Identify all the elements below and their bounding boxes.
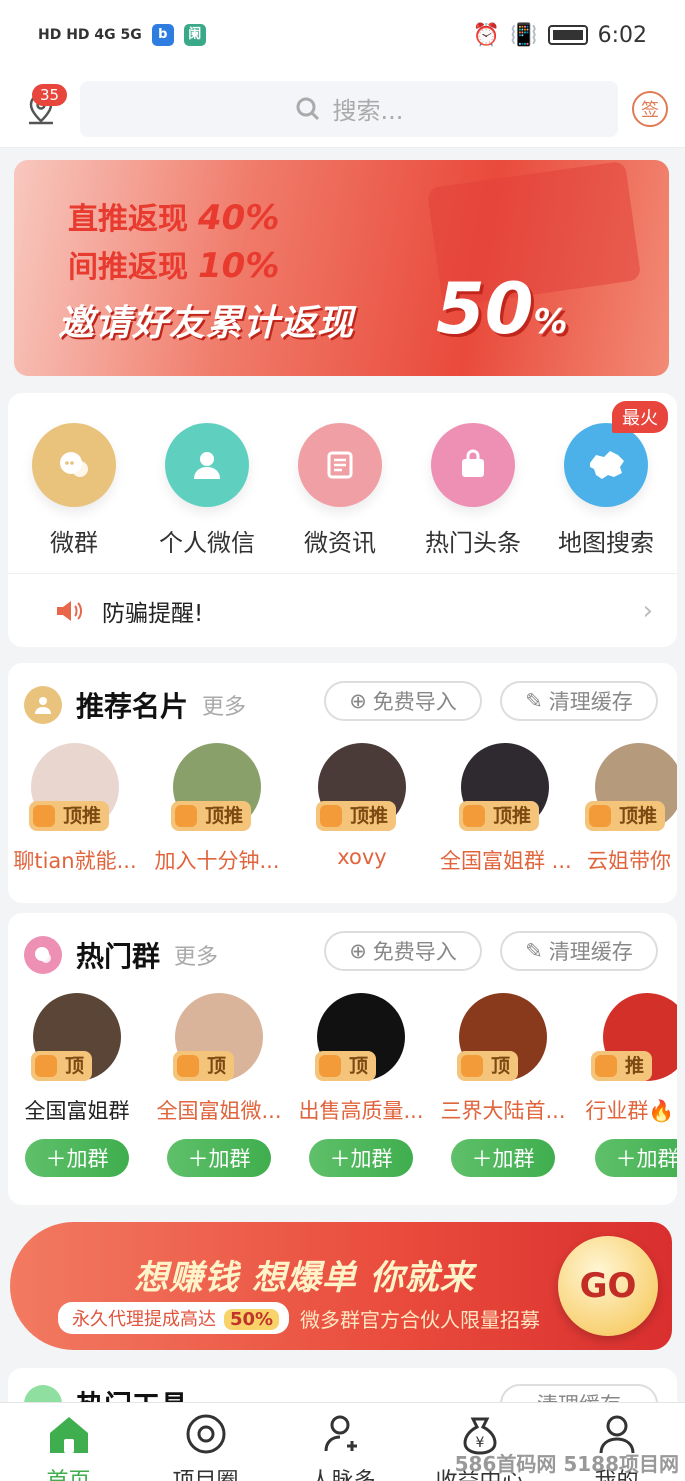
location-button[interactable]: 35 (14, 82, 68, 136)
card-section-icon (24, 686, 62, 724)
clock: 6:02 (597, 22, 647, 48)
top-tag: 顶推 (316, 801, 397, 831)
top-tag: 顶 (315, 1051, 377, 1081)
download-icon: ⊕ (349, 689, 367, 713)
battery-icon (547, 25, 588, 45)
add-person-icon (324, 1415, 357, 1452)
banner-line1: 直推返现 40% (68, 198, 280, 238)
tab-home[interactable]: 首页 (0, 1403, 137, 1481)
news-icon (327, 451, 353, 479)
banner-big-percent: 50% (436, 268, 568, 350)
more-link[interactable]: 更多 (202, 689, 246, 721)
speaker-icon (57, 600, 82, 621)
banner-line2: 间推返现 10% (68, 246, 280, 286)
app-notify-icon: b (151, 24, 174, 46)
top-tag: 顶推 (585, 801, 666, 831)
home-icon (49, 1417, 88, 1453)
top-tag: 顶推 (29, 801, 110, 831)
top-tag: 顶 (173, 1051, 235, 1081)
quick-entry-card: 微群 个人微信 微资讯 热门头条 地图搜索 最火 防骗提醒! › (8, 393, 677, 647)
status-left: HD HD 4G 5G b 阑 (38, 24, 206, 46)
go-button[interactable]: GO (558, 1236, 658, 1336)
promo-sub: 永久代理提成高达 50% (58, 1302, 290, 1334)
clear-cache-button[interactable]: ✎ 清理缓存 (500, 681, 658, 721)
group-item[interactable]: 推 行业群🔥 ＋加群 (583, 993, 677, 1177)
alarm-icon: ⏰ (472, 22, 501, 48)
quick-item-personal-wechat[interactable]: 个人微信 (147, 423, 267, 558)
vibrate-icon: 📳 (510, 22, 538, 48)
join-group-button[interactable]: ＋加群 (25, 1139, 129, 1177)
hot-groups-section: 热门群 更多 ⊕ 免费导入 ✎ 清理缓存 顶 全国富姐群 ＋加群 顶 全国富姐微..… (8, 913, 677, 1205)
section-title: 热门群 (76, 940, 161, 973)
group-item[interactable]: 顶 全国富姐微... ＋加群 (154, 993, 284, 1177)
clear-cache-button[interactable]: ✎ 清理缓存 (500, 931, 658, 971)
group-item[interactable]: 顶 三界大陆首... ＋加群 (438, 993, 568, 1177)
group-section-icon (24, 936, 62, 974)
section-title: 推荐名片 (76, 690, 189, 723)
broom-icon: ✎ (525, 939, 543, 963)
partner-promo-banner[interactable]: 想赚钱 想爆单 你就来 永久代理提成高达 50% 微多群官方合伙人限量招募 GO (10, 1222, 672, 1350)
hot-badge: 最火 (612, 401, 668, 433)
free-import-button[interactable]: ⊕ 免费导入 (324, 681, 482, 721)
watermark: 586首码网 5188项目网 (454, 1452, 679, 1476)
group-item[interactable]: 顶 全国富姐群 ＋加群 (12, 993, 142, 1177)
card-item[interactable]: 顶推 云姐带你 (581, 743, 677, 875)
top-tag: 顶推 (459, 801, 540, 831)
top-tag: 顶 (457, 1051, 519, 1081)
search-icon (296, 97, 319, 120)
join-group-button[interactable]: ＋加群 (167, 1139, 271, 1177)
quick-item-headlines[interactable]: 热门头条 (413, 423, 533, 558)
top-tag: 推 (591, 1051, 653, 1081)
chevron-right-icon: › (642, 595, 653, 626)
quick-item-weiqun[interactable]: 微群 (14, 423, 134, 558)
join-group-button[interactable]: ＋加群 (451, 1139, 555, 1177)
banner-headline: 邀请好友累计返现 (58, 303, 355, 344)
card-item[interactable]: 顶推 加入十分钟... (152, 743, 282, 875)
sign-in-button[interactable]: 签 (632, 90, 668, 127)
recommended-cards-section: 推荐名片 更多 ⊕ 免费导入 ✎ 清理缓存 顶推 聊tian就能... 顶推 加入十… (8, 663, 677, 903)
tab-contacts[interactable]: 人脉多 (274, 1403, 411, 1481)
search-placeholder: 搜索... (332, 97, 404, 125)
status-right: ⏰ 📳 6:02 (473, 23, 647, 48)
person-icon (194, 452, 220, 479)
join-group-button[interactable]: ＋加群 (309, 1139, 413, 1177)
search-input[interactable]: 搜索... (80, 80, 618, 137)
chat-bubbles-icon (60, 452, 88, 477)
top-bar: 35 搜索... 签 (0, 70, 685, 148)
section-header: 推荐名片 更多 (24, 683, 246, 727)
bag-icon (462, 449, 484, 477)
person-icon (35, 697, 51, 714)
circle-gear-icon (186, 1414, 225, 1454)
location-badge: 35 (32, 83, 68, 106)
invite-banner[interactable]: 直推返现 40% 间推返现 10% 邀请好友累计返现 50% (14, 160, 669, 376)
notice-text: 防骗提醒! (102, 600, 204, 627)
download-icon: ⊕ (349, 939, 367, 963)
more-link[interactable]: 更多 (174, 939, 218, 971)
app-notify-icon-2: 阑 (183, 24, 206, 46)
tab-projects[interactable]: 项目圈 (137, 1403, 274, 1481)
section-header: 热门群 更多 (24, 933, 218, 977)
card-item[interactable]: 顶推 聊tian就能... (10, 743, 140, 875)
status-bar: HD HD 4G 5G b 阑 ⏰ 📳 6:02 (0, 0, 685, 70)
group-item[interactable]: 顶 出售高质量... ＋加群 (296, 993, 426, 1177)
join-group-button[interactable]: ＋加群 (595, 1139, 677, 1177)
anti-fraud-notice[interactable]: 防骗提醒! › (8, 573, 677, 647)
promo-title: 想赚钱 想爆单 你就来 (134, 1258, 475, 1298)
chat-bubbles-icon (35, 947, 51, 963)
broom-icon: ✎ (525, 689, 543, 713)
free-import-button[interactable]: ⊕ 免费导入 (324, 931, 482, 971)
network-indicators: HD HD 4G 5G (38, 27, 142, 43)
quick-item-map-search[interactable]: 地图搜索 (546, 423, 666, 558)
china-map-icon (590, 451, 624, 479)
top-tag: 顶推 (171, 801, 252, 831)
quick-item-news[interactable]: 微资讯 (280, 423, 400, 558)
card-item[interactable]: 顶推 xovy (297, 743, 427, 869)
card-item[interactable]: 顶推 全国富姐群 ... (440, 743, 570, 875)
top-tag: 顶 (31, 1051, 93, 1081)
promo-recruit: 微多群官方合伙人限量招募 (300, 1308, 540, 1332)
bottom-tab-bar: 首页 项目圈 人脉多 ¥ 收益中心 我的 586首码网 5188项目网 (0, 1402, 685, 1481)
